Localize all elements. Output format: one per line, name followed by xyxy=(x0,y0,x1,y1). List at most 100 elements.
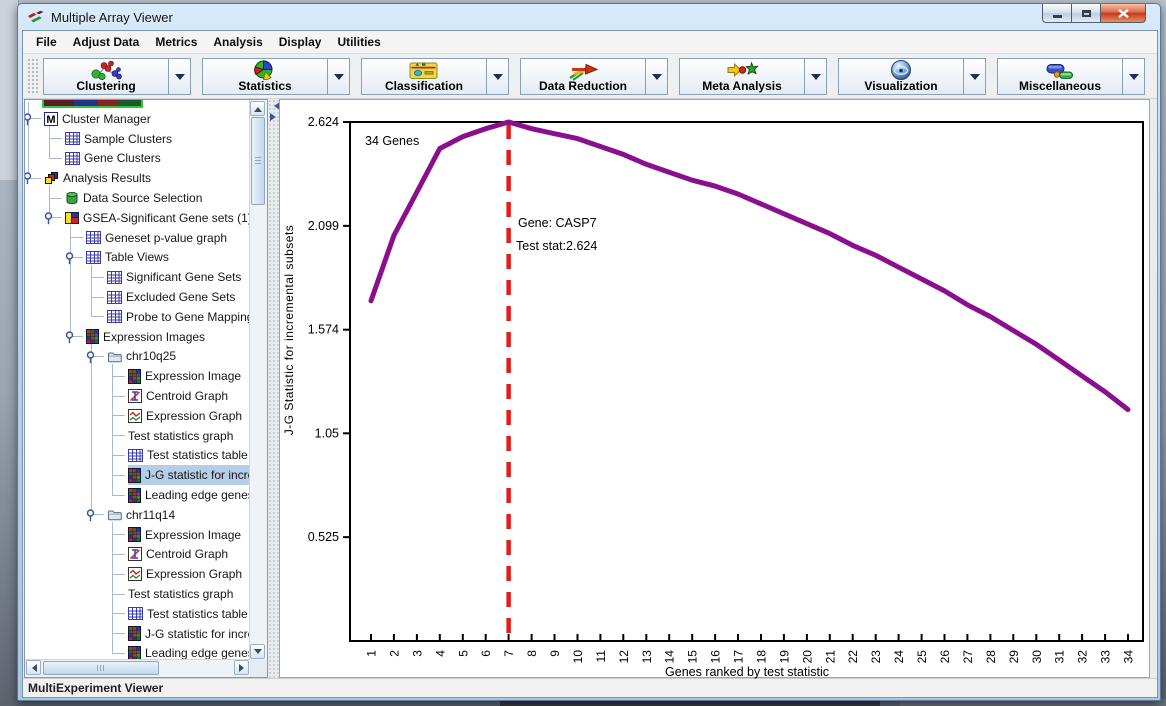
tree-expand-knob[interactable] xyxy=(64,252,75,265)
toolbar-dropdown-classification[interactable] xyxy=(487,58,509,95)
tree-item-table-views[interactable]: Table Views xyxy=(86,248,169,268)
navigation-tree-panel: MCluster ManagerSample ClustersGene Clus… xyxy=(24,99,268,678)
x-tick-label: 20 xyxy=(800,650,814,664)
scroll-up-button[interactable] xyxy=(250,101,265,116)
x-tick-label: 24 xyxy=(892,650,906,664)
tree-item-expression-graph[interactable]: Expression Graph xyxy=(128,406,242,426)
tree-item-expression-graph[interactable]: Expression Graph xyxy=(128,564,242,584)
tree-item-test-statistics-graph[interactable]: Test statistics graph xyxy=(128,584,233,604)
menu-item-utilities[interactable]: Utilities xyxy=(329,33,388,51)
x-tick-label: 1 xyxy=(365,650,379,657)
x-tick-label: 15 xyxy=(686,650,700,664)
arrow-left-icon xyxy=(28,664,37,672)
menubar: FileAdjust DataMetricsAnalysisDisplayUti… xyxy=(23,31,1157,54)
toolbar-button-clustering[interactable]: Clustering xyxy=(43,58,169,95)
tree-item-centroid-graph[interactable]: Centroid Graph xyxy=(128,545,228,565)
tree-item-j-g-statistic-for-incre[interactable]: J-G statistic for incre xyxy=(128,624,250,644)
toolbar-dropdown-meta-analysis[interactable] xyxy=(805,58,827,95)
x-tick-label: 10 xyxy=(571,650,585,664)
x-tick-label: 25 xyxy=(915,650,929,664)
tree-item-gene-clusters[interactable]: Gene Clusters xyxy=(65,149,161,169)
horizontal-scroll-thumb[interactable] xyxy=(43,661,159,675)
menu-item-file[interactable]: File xyxy=(28,33,65,51)
minimize-button[interactable] xyxy=(1042,4,1072,23)
tree-vertical-scrollbar[interactable] xyxy=(249,100,267,660)
graph-icon xyxy=(128,567,142,581)
tree-item-data-source-selection[interactable]: Data Source Selection xyxy=(65,188,202,208)
tree-item-leading-edge-genes[interactable]: Leading edge genes xyxy=(128,485,250,505)
x-tick-label: 4 xyxy=(433,650,447,657)
toolbar-drag-handle[interactable] xyxy=(27,58,40,94)
toolbar-button-data-reduction[interactable]: Data Reduction xyxy=(520,58,646,95)
maximize-button[interactable] xyxy=(1072,4,1100,23)
toolbar-dropdown-statistics[interactable] xyxy=(328,58,350,95)
menu-item-display[interactable]: Display xyxy=(271,33,330,51)
toolbar-button-miscellaneous[interactable]: Miscellaneous xyxy=(997,58,1123,95)
tree-item-gsea-significant-gene-sets-1[interactable]: GSEA-Significant Gene sets (1) xyxy=(65,208,250,228)
tree-item-chr10q25[interactable]: chr10q25 xyxy=(107,347,176,367)
folder-icon xyxy=(107,508,122,521)
tree-item-chr11q14[interactable]: chr11q14 xyxy=(107,505,175,525)
tree-item-root-partial[interactable] xyxy=(42,100,143,108)
tree-expand-knob[interactable] xyxy=(43,212,54,225)
x-tick-label: 5 xyxy=(456,650,470,657)
scroll-right-button[interactable] xyxy=(234,660,249,675)
tree-item-leading-edge-genes[interactable]: Leading edge genes xyxy=(128,644,250,660)
menu-item-adjust-data[interactable]: Adjust Data xyxy=(65,33,148,51)
tree-horizontal-scrollbar[interactable] xyxy=(25,659,250,677)
tree-item-expression-image[interactable]: Expression Image xyxy=(128,366,241,386)
tree-item-expression-image[interactable]: Expression Image xyxy=(128,525,241,545)
y-tick-label: 1.05 xyxy=(315,426,339,440)
arrow-right-icon xyxy=(239,664,248,672)
menu-item-metrics[interactable]: Metrics xyxy=(147,33,205,51)
toolbar-dropdown-miscellaneous[interactable] xyxy=(1123,58,1145,95)
tree-item-analysis-results[interactable]: Analysis Results xyxy=(44,168,151,188)
tree-expand-knob[interactable] xyxy=(85,351,96,364)
x-tick-label: 2 xyxy=(387,650,401,657)
titlebar[interactable]: Multiple Array Viewer xyxy=(18,4,1160,30)
tree-item-excluded-gene-sets[interactable]: Excluded Gene Sets xyxy=(107,287,235,307)
tree-item-expression-images[interactable]: Expression Images xyxy=(86,327,205,347)
tree-item-probe-to-gene-mapping[interactable]: Probe to Gene Mapping xyxy=(107,307,250,327)
chevron-down-icon xyxy=(811,74,821,85)
toolbar-dropdown-visualization[interactable] xyxy=(964,58,986,95)
tree-expand-knob[interactable] xyxy=(85,509,96,522)
toolbar-dropdown-clustering[interactable] xyxy=(169,58,191,95)
toolbar-button-visualization[interactable]: Visualization xyxy=(838,58,964,95)
close-button[interactable] xyxy=(1100,4,1146,23)
tree-expand-knob[interactable] xyxy=(25,113,33,126)
y-tick-label: 0.525 xyxy=(308,530,339,544)
toolbar-button-statistics[interactable]: Statistics xyxy=(202,58,328,95)
heatmap-icon xyxy=(128,626,141,641)
tree-item-test-statistics-table-v[interactable]: Test statistics table v xyxy=(128,604,250,624)
main-content: MCluster ManagerSample ClustersGene Clus… xyxy=(23,99,1157,678)
table-icon xyxy=(65,152,80,165)
tree-item-cluster-manager[interactable]: MCluster Manager xyxy=(44,109,151,129)
scroll-left-button[interactable] xyxy=(26,660,41,675)
toolbar-dropdown-data-reduction[interactable] xyxy=(646,58,668,95)
tree-item-j-g-statistic-for-incre[interactable]: J-G statistic for incre xyxy=(128,465,250,485)
chevron-down-icon xyxy=(1129,74,1139,85)
table-icon xyxy=(107,291,122,304)
scroll-down-button[interactable] xyxy=(250,644,265,659)
split-divider[interactable] xyxy=(268,99,279,678)
toolbar: Clustering Statistics Classification Dat… xyxy=(23,54,1157,99)
tree-item-test-statistics-graph[interactable]: Test statistics graph xyxy=(128,426,233,446)
tree-item-sample-clusters[interactable]: Sample Clusters xyxy=(65,129,172,149)
tree-expand-knob[interactable] xyxy=(64,331,75,344)
arrow-up-icon xyxy=(254,103,262,112)
tree-item-significant-gene-sets[interactable]: Significant Gene Sets xyxy=(107,267,241,287)
menu-item-analysis[interactable]: Analysis xyxy=(205,33,270,51)
jg-statistic-chart: 0.5251.051.5742.0992.6241234567891011121… xyxy=(280,100,1149,681)
toolbar-button-classification[interactable]: Classification xyxy=(361,58,487,95)
tree-expand-knob[interactable] xyxy=(25,172,33,185)
tree-item-test-statistics-table-v[interactable]: Test statistics table v xyxy=(128,446,250,466)
toolbar-button-meta-analysis[interactable]: Meta Analysis xyxy=(679,58,805,95)
table-icon xyxy=(107,310,122,323)
vertical-scroll-thumb[interactable] xyxy=(251,117,265,205)
tree-item-centroid-graph[interactable]: Centroid Graph xyxy=(128,386,228,406)
tree-item-geneset-p-value-graph[interactable]: Geneset p-value graph xyxy=(86,228,227,248)
x-tick-label: 16 xyxy=(709,650,723,664)
chevron-down-icon xyxy=(334,74,344,85)
classification-icon xyxy=(409,60,439,81)
